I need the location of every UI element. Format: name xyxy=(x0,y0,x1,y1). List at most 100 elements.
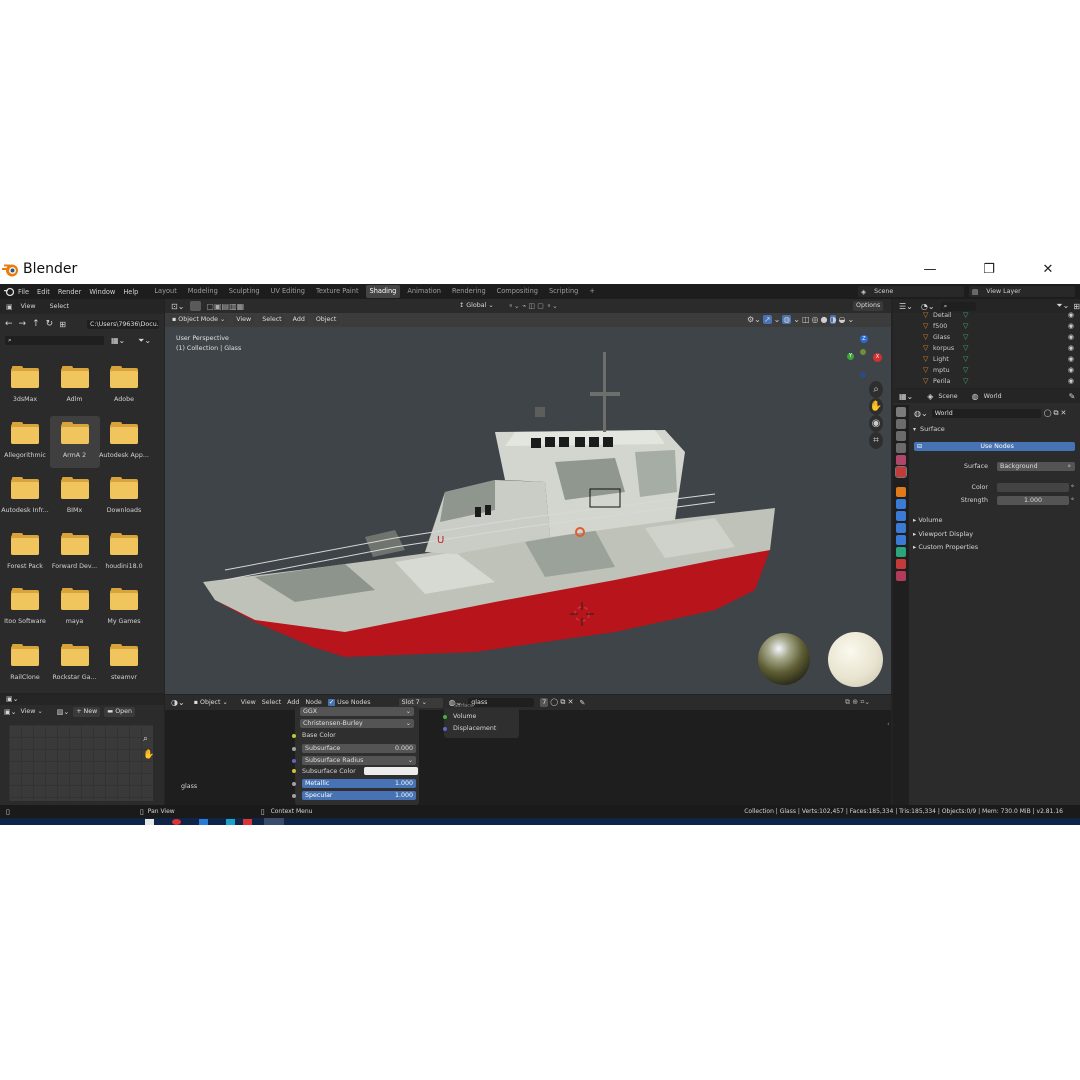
gizmo-x-axis[interactable]: X xyxy=(873,353,882,362)
tab-texture-paint[interactable]: Texture Paint xyxy=(312,285,363,298)
view-layer-tab-icon[interactable] xyxy=(896,443,906,453)
tab-sculpting[interactable]: Sculpting xyxy=(225,285,264,298)
folder-item[interactable]: Adlm xyxy=(50,360,100,412)
folder-item[interactable]: Forest Pack xyxy=(0,527,50,579)
select-tool-icon[interactable] xyxy=(190,301,202,311)
scene-selector[interactable]: ◈ Scene xyxy=(858,286,964,297)
editor-type-icon[interactable]: ⊡⌄ xyxy=(171,302,184,311)
visibility-eye-icon[interactable]: ◉ xyxy=(1068,310,1074,321)
close-button[interactable]: ✕ xyxy=(1028,258,1068,282)
color-socket-icon[interactable] xyxy=(292,733,296,738)
blender-menu-icon[interactable] xyxy=(4,287,14,296)
ne-menu-add[interactable]: Add xyxy=(287,699,299,706)
folder-item[interactable]: Autodesk App... xyxy=(99,416,149,468)
gizmo-y-axis[interactable]: Y xyxy=(847,353,854,360)
outliner-item[interactable]: ▽ korpus ▽ ◉ xyxy=(923,343,1080,354)
vp-menu-add[interactable]: Add xyxy=(289,315,308,325)
outliner-item[interactable]: ▽ f500 ▽ ◉ xyxy=(923,321,1080,332)
data-tab-icon[interactable] xyxy=(896,547,906,557)
outliner-item[interactable]: ▽ Light ▽ ◉ xyxy=(923,354,1080,365)
folder-item[interactable]: maya xyxy=(50,582,100,634)
breadcrumb-world[interactable]: World xyxy=(984,393,1002,400)
tool-tab-icon[interactable] xyxy=(896,407,906,417)
material-shading-icon[interactable]: ◑ xyxy=(829,315,837,324)
ie-menu-view[interactable]: View ⌄ xyxy=(20,708,42,715)
shader-node-editor[interactable]: ◑⌄ ▪ Object ⌄ View Select Add Node ✓ Use… xyxy=(165,695,891,805)
section-volume[interactable]: ▸ Volume xyxy=(913,514,978,528)
folder-item[interactable]: Adobe xyxy=(99,360,149,412)
properties-editor-icon[interactable]: ▦⌄ xyxy=(899,392,913,401)
output-tab-icon[interactable] xyxy=(896,431,906,441)
vp-menu-object[interactable]: Object xyxy=(312,315,340,325)
zoom-icon[interactable]: ⌕ xyxy=(143,731,154,747)
view-layer-selector[interactable]: ▤ View Layer xyxy=(969,286,1075,297)
particles-tab-icon[interactable] xyxy=(896,511,906,521)
object-tab-icon[interactable] xyxy=(896,487,906,497)
gizmo-neg-z-axis[interactable] xyxy=(860,372,866,378)
pin-icon[interactable]: ✎ xyxy=(579,699,585,707)
new-folder-icon[interactable]: ⊞ xyxy=(59,320,66,329)
folder-item[interactable]: My Games xyxy=(99,582,149,634)
file-path-field[interactable]: C:\Users\79636\Docu... xyxy=(87,320,159,329)
forward-icon[interactable]: → xyxy=(19,319,27,329)
use-nodes-checkbox[interactable]: ✓ Use Nodes xyxy=(327,699,371,706)
select-mode-icons[interactable]: ▢▣▤▥▦ xyxy=(206,302,244,311)
section-viewport-display[interactable]: ▸ Viewport Display xyxy=(913,528,978,542)
back-icon[interactable]: ← xyxy=(5,319,13,329)
taskbar-app-icon[interactable] xyxy=(226,818,235,825)
transform-orientation[interactable]: ↕ Global ⌄ xyxy=(459,302,494,309)
visibility-eye-icon[interactable]: ◉ xyxy=(1068,376,1074,387)
minimize-button[interactable]: — xyxy=(910,258,950,282)
open-image-button[interactable]: ▬ Open xyxy=(104,706,136,717)
menu-edit[interactable]: Edit xyxy=(37,288,50,296)
add-workspace-button[interactable]: + xyxy=(585,285,599,298)
xray-icon[interactable]: ◫ xyxy=(802,315,810,324)
world-browse-icon[interactable]: ◍⌄ xyxy=(914,409,928,418)
material-name-field[interactable]: glass xyxy=(468,698,535,707)
restore-button[interactable]: ❐ xyxy=(969,258,1009,282)
distribution-dropdown[interactable]: GGX ⌄ xyxy=(300,707,414,716)
ne-menu-view[interactable]: View xyxy=(241,699,256,706)
grid-icon[interactable]: ⌗ xyxy=(869,432,883,449)
gizmo-neg-y-axis[interactable] xyxy=(860,349,866,355)
folder-item[interactable]: BIMx xyxy=(50,471,100,523)
outliner-item[interactable]: ▽ Perila ▽ ◉ xyxy=(923,376,1080,387)
tab-rendering[interactable]: Rendering xyxy=(448,285,490,298)
snapping-icons[interactable]: ⚬⌄ ⌁ ◫ ▢ ⚬⌄ xyxy=(508,302,558,310)
material-tools-icons[interactable]: ◯ ⧉ ✕ xyxy=(550,698,573,707)
unlink-icon[interactable]: ✕ xyxy=(1061,409,1067,417)
pan-hand-icon[interactable]: ✋ xyxy=(869,398,883,415)
fb-menu-view[interactable]: View xyxy=(21,303,36,310)
refresh-icon[interactable]: ↻ xyxy=(46,319,54,329)
menu-window[interactable]: Window xyxy=(89,288,115,296)
wireframe-shading-icon[interactable]: ◎ xyxy=(812,315,819,324)
visibility-eye-icon[interactable]: ◉ xyxy=(1068,354,1074,365)
parent-dir-icon[interactable]: ↑ xyxy=(32,319,40,329)
subsurface-radius-dropdown[interactable]: Subsurface Radius ⌄ xyxy=(302,756,416,765)
vector-socket-icon[interactable] xyxy=(292,758,296,763)
navigation-gizmo[interactable]: Z X Y xyxy=(841,332,887,380)
material-output-node[interactable]: Surface Volume Displacement xyxy=(443,703,519,738)
file-search-field[interactable]: ⌕ xyxy=(5,336,104,345)
tab-compositing[interactable]: Compositing xyxy=(493,285,542,298)
breadcrumb-scene[interactable]: Scene xyxy=(938,393,957,400)
menu-help[interactable]: Help xyxy=(123,288,138,296)
folder-item[interactable]: ArmA 2 xyxy=(49,415,100,468)
strength-socket-icon[interactable]: ⚬ xyxy=(1070,496,1075,503)
filter-icon[interactable]: ⏷⌄ xyxy=(138,336,151,346)
vector-socket-icon[interactable] xyxy=(443,726,447,731)
editor-type-icon[interactable]: ◑⌄ xyxy=(171,698,185,707)
visibility-eye-icon[interactable]: ◉ xyxy=(1068,321,1074,332)
folder-item[interactable]: Itoo Software xyxy=(0,582,50,634)
strength-field[interactable]: 1.000 xyxy=(997,496,1069,505)
zoom-icon[interactable]: ⌕ xyxy=(869,381,883,398)
folder-item[interactable]: Allegorithmic xyxy=(0,416,50,468)
folder-item[interactable]: Downloads xyxy=(99,471,149,523)
ne-menu-select[interactable]: Select xyxy=(262,699,281,706)
shader-type-selector[interactable]: ▪ Object ⌄ xyxy=(190,697,231,708)
world-tab-icon[interactable] xyxy=(895,466,907,478)
use-nodes-button[interactable]: ⊟ Use Nodes xyxy=(914,442,1075,451)
gizmo-z-axis[interactable]: Z xyxy=(860,335,868,343)
metallic-field[interactable]: Metallic 1.000 xyxy=(302,779,416,788)
physics-tab-icon[interactable] xyxy=(896,523,906,533)
